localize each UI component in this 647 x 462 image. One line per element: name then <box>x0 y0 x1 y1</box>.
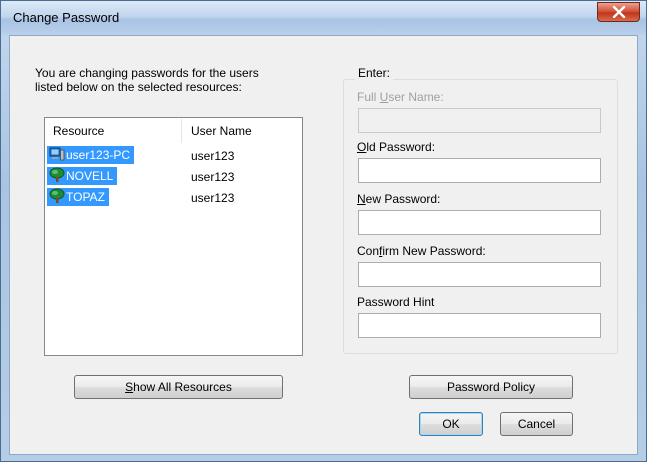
resource-name[interactable]: TOPAZ <box>47 188 109 206</box>
resource-list[interactable]: Resource User Name user123-PC user123 NO… <box>44 117 303 356</box>
resource-name-label: TOPAZ <box>66 190 105 204</box>
change-password-window: Change Password You are changing passwor… <box>0 0 647 462</box>
user-name: user123 <box>191 170 235 184</box>
resource-name[interactable]: NOVELL <box>47 167 118 185</box>
intro-text: You are changing passwords for the users… <box>35 66 315 94</box>
old-password-label: Old Password: <box>357 140 436 154</box>
user-name: user123 <box>191 149 235 163</box>
password-hint-field[interactable] <box>358 313 601 338</box>
password-policy-button[interactable]: Password Policy <box>409 375 573 399</box>
resource-name-label: user123-PC <box>66 148 131 162</box>
old-password-field[interactable] <box>358 158 601 183</box>
column-header-user-name[interactable]: User Name <box>191 124 252 138</box>
password-hint-label: Password Hint <box>357 295 435 309</box>
title-bar[interactable]: Change Password <box>1 1 646 35</box>
full-user-name-label: Full User Name: <box>357 90 444 104</box>
window-title: Change Password <box>13 10 120 25</box>
network-tree-icon <box>49 167 65 182</box>
enter-group-label: Enter: <box>355 66 394 80</box>
new-password-label: New Password: <box>357 192 441 206</box>
list-item[interactable]: user123-PC user123 <box>45 145 302 165</box>
dialog-body: You are changing passwords for the users… <box>9 35 638 455</box>
close-icon <box>612 6 625 18</box>
confirm-password-label: Confirm New Password: <box>357 244 486 258</box>
resource-name[interactable]: user123-PC <box>47 146 135 164</box>
list-item[interactable]: NOVELL user123 <box>45 166 302 186</box>
close-button[interactable] <box>597 2 640 22</box>
confirm-password-field[interactable] <box>358 262 601 287</box>
intro-line-1: You are changing passwords for the users <box>35 66 259 80</box>
column-header-resource[interactable]: Resource <box>53 124 104 138</box>
list-item[interactable]: TOPAZ user123 <box>45 187 302 207</box>
resource-name-label: NOVELL <box>66 169 114 183</box>
full-user-name-field <box>358 108 601 133</box>
intro-line-2: listed below on the selected resources: <box>35 80 242 94</box>
user-name: user123 <box>191 191 235 205</box>
column-divider[interactable] <box>181 119 182 143</box>
ok-button[interactable]: OK <box>419 412 483 436</box>
show-all-resources-button[interactable]: Show All Resources <box>74 375 283 399</box>
cancel-button[interactable]: Cancel <box>500 412 573 436</box>
network-tree-icon <box>49 188 65 203</box>
list-header: Resource User Name <box>45 118 302 144</box>
computer-icon <box>49 147 65 161</box>
new-password-field[interactable] <box>358 210 601 235</box>
